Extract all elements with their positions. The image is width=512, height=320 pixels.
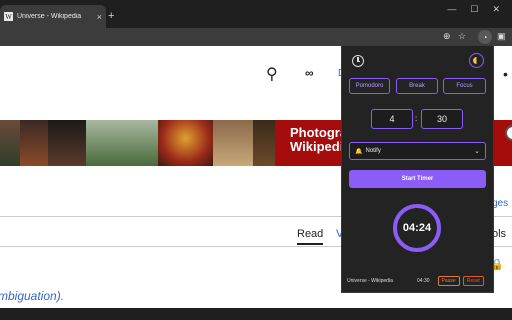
browser-tab[interactable]: W Universe - Wikipedia × (0, 5, 106, 28)
minutes-input[interactable]: 4 (371, 109, 413, 129)
tab-close-icon[interactable]: × (97, 12, 102, 22)
clock-icon[interactable] (352, 55, 364, 67)
banner-close-icon[interactable] (505, 125, 512, 141)
bookmark-star-icon[interactable]: ☆ (458, 31, 466, 42)
pause-button[interactable]: Pause (437, 276, 460, 286)
tools-menu-partial[interactable]: ols (492, 228, 506, 240)
banner-photo-2 (20, 120, 48, 166)
seconds-input[interactable]: 30 (421, 109, 463, 129)
theme-toggle-icon[interactable] (469, 53, 484, 68)
banner-photo-7 (253, 120, 275, 166)
window-controls: — ☐ ✕ (447, 0, 512, 15)
active-timer-time: 04:30 (417, 278, 430, 284)
tab-read[interactable]: Read (297, 228, 323, 240)
notify-label: Notify (365, 148, 381, 154)
timer-display: 04:24 (402, 222, 432, 234)
minimize-button[interactable]: — (447, 4, 456, 15)
active-timer-row: Universe - Wikipedia 04:30 Pause Reset (347, 274, 488, 288)
reading-glasses-icon[interactable]: ∞ (305, 66, 314, 80)
timer-extension-icon[interactable]: ◔ (478, 30, 492, 44)
banner-photo-3 (48, 120, 86, 166)
window-bottom-edge (0, 308, 512, 320)
chevron-down-icon: ⌄ (474, 148, 480, 155)
banner-photo-6 (213, 120, 253, 166)
timer-extension-popup: Pomodoro Break Focus 4 : 30 🔔 Notify ⌄ S… (341, 45, 494, 293)
wikipedia-favicon-icon: W (4, 12, 13, 21)
banner-photo-1 (0, 120, 20, 166)
banner-photo-4 (86, 120, 158, 166)
tab-read-underline (297, 243, 323, 245)
maximize-button[interactable]: ☐ (470, 4, 478, 15)
start-timer-button[interactable]: Start Timer (349, 170, 486, 188)
extensions-puzzle-icon[interactable]: ▣ (497, 31, 506, 42)
languages-link-partial[interactable]: ges (492, 198, 508, 209)
notify-select[interactable]: 🔔 Notify ⌄ (349, 142, 486, 160)
search-icon[interactable]: ⚲ (266, 64, 278, 84)
mode-focus-button[interactable]: Focus (443, 78, 486, 94)
banner-photo-5 (158, 120, 213, 166)
mode-break-button[interactable]: Break (396, 78, 438, 94)
active-timer-tab-title: Universe - Wikipedia (347, 278, 393, 284)
reset-button[interactable]: Reset (462, 276, 484, 286)
more-menu-icon[interactable]: • (503, 66, 508, 82)
time-separator: : (415, 114, 418, 123)
disambiguation-link[interactable]: mbiguation). (0, 289, 64, 303)
tab-title: Universe - Wikipedia (17, 13, 82, 20)
tab-strip: W Universe - Wikipedia × + — ☐ ✕ (0, 0, 512, 28)
mode-pomodoro-button[interactable]: Pomodoro (349, 78, 390, 94)
window-close-button[interactable]: ✕ (492, 4, 500, 15)
new-tab-button[interactable]: + (108, 10, 114, 22)
zoom-icon[interactable]: ⊕ (443, 31, 451, 42)
browser-toolbar: ⊕ ☆ ▣ (0, 28, 512, 46)
bell-icon: 🔔 (355, 148, 363, 155)
